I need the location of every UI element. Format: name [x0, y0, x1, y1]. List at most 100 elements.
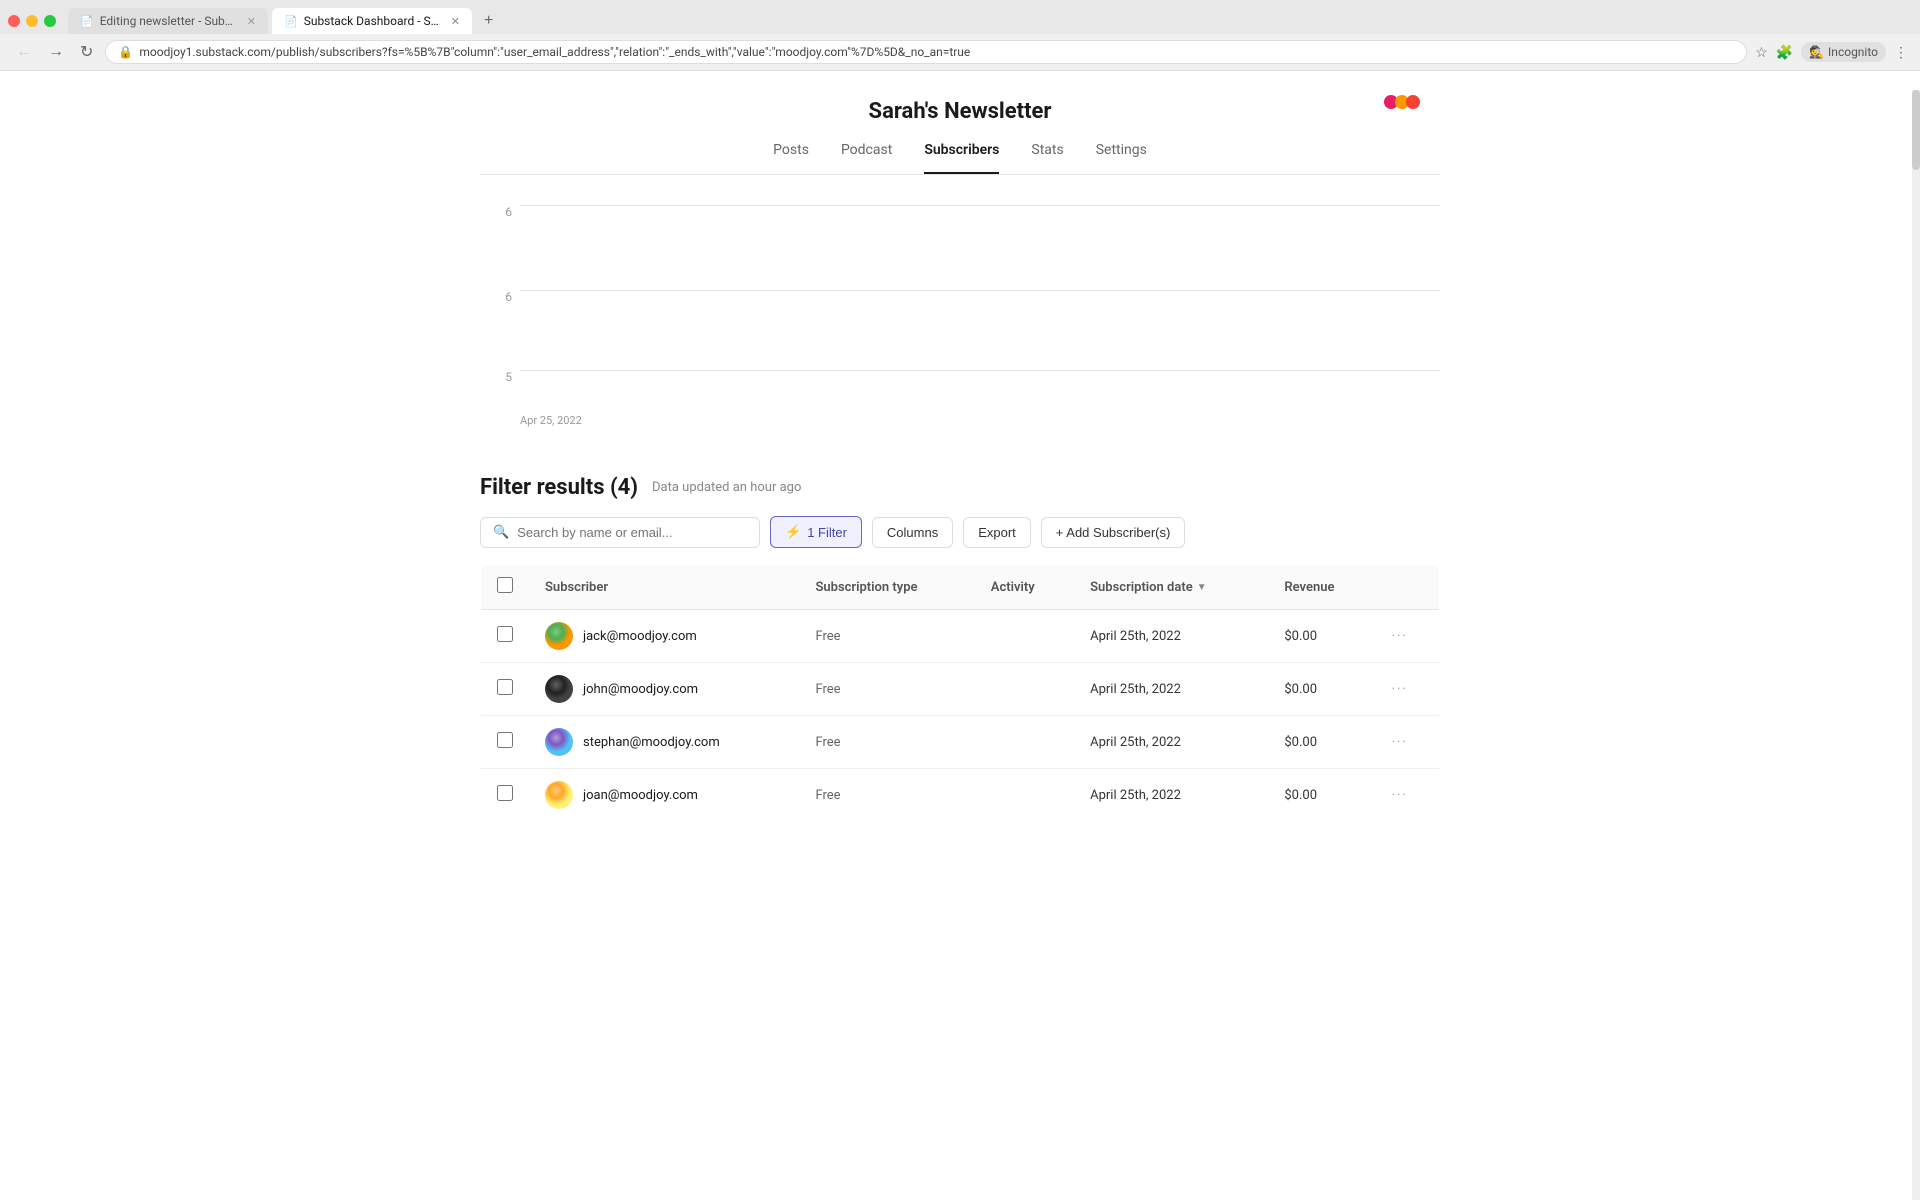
- add-subscriber-label: + Add Subscriber(s): [1056, 525, 1171, 540]
- subscriber-email-3: stephan@moodjoy.com: [583, 735, 720, 750]
- subscriber-cell-4: joan@moodjoy.com: [545, 781, 783, 809]
- table-row: stephan@moodjoy.com Free April 25th, 202…: [481, 716, 1440, 769]
- td-checkbox-4[interactable]: [481, 769, 530, 822]
- filter-title: Filter results (4): [480, 475, 638, 500]
- tab-close-1[interactable]: ✕: [247, 15, 256, 28]
- minimize-traffic-light[interactable]: [26, 15, 38, 27]
- extensions-button[interactable]: 🧩: [1776, 44, 1793, 61]
- new-tab-button[interactable]: +: [476, 8, 501, 34]
- back-button[interactable]: ←: [12, 41, 36, 63]
- export-button[interactable]: Export: [963, 517, 1031, 548]
- td-type-1: Free: [799, 610, 974, 663]
- chart-y-label-5: 5: [505, 370, 520, 384]
- td-revenue-3: $0.00: [1268, 716, 1375, 769]
- row-actions-4[interactable]: ···: [1392, 788, 1408, 803]
- header-avatar[interactable]: [1384, 95, 1420, 109]
- td-subscriber-3: stephan@moodjoy.com: [529, 716, 799, 769]
- sort-arrow-icon: ▼: [1197, 582, 1207, 593]
- nav-posts[interactable]: Posts: [773, 142, 809, 174]
- th-select-all[interactable]: [481, 565, 530, 610]
- td-actions-3[interactable]: ···: [1376, 716, 1440, 769]
- incognito-label: Incognito: [1828, 45, 1878, 59]
- td-activity-3: [975, 716, 1074, 769]
- tab-close-2[interactable]: ✕: [451, 15, 460, 28]
- row-checkbox-1[interactable]: [497, 626, 513, 642]
- row-actions-3[interactable]: ···: [1392, 735, 1408, 750]
- th-subscription-date[interactable]: Subscription date ▼: [1074, 565, 1268, 610]
- td-checkbox-3[interactable]: [481, 716, 530, 769]
- menu-button[interactable]: ⋮: [1894, 44, 1908, 61]
- table-header-row: Subscriber Subscription type Activity Su…: [481, 565, 1440, 610]
- scrollbar-track: [1912, 90, 1920, 1200]
- traffic-lights: [8, 15, 56, 27]
- tab-editing-newsletter[interactable]: 📄 Editing newsletter - Substack ✕: [68, 8, 268, 34]
- columns-button-label: Columns: [887, 525, 938, 540]
- filter-button[interactable]: ⚡ 1 Filter: [770, 516, 862, 548]
- nav-settings[interactable]: Settings: [1096, 142, 1147, 174]
- search-input[interactable]: [517, 525, 747, 540]
- table-row: jack@moodjoy.com Free April 25th, 2022 $…: [481, 610, 1440, 663]
- nav-subscribers[interactable]: Subscribers: [924, 142, 999, 174]
- scrollbar-thumb[interactable]: [1912, 90, 1920, 170]
- bookmark-button[interactable]: ☆: [1755, 44, 1768, 61]
- row-actions-2[interactable]: ···: [1392, 682, 1408, 697]
- nav-stats[interactable]: Stats: [1031, 142, 1063, 174]
- chart-y-label-6-mid: 6: [505, 290, 520, 304]
- tab-bar: 📄 Editing newsletter - Substack ✕ 📄 Subs…: [0, 0, 1920, 34]
- chart-gridline-top: [520, 205, 1440, 206]
- table-header: Subscriber Subscription type Activity Su…: [481, 565, 1440, 610]
- td-revenue-2: $0.00: [1268, 663, 1375, 716]
- url-bar[interactable]: 🔒 moodjoy1.substack.com/publish/subscrib…: [105, 40, 1747, 64]
- table-row: john@moodjoy.com Free April 25th, 2022 $…: [481, 663, 1440, 716]
- add-subscriber-button[interactable]: + Add Subscriber(s): [1041, 517, 1186, 548]
- row-checkbox-4[interactable]: [497, 785, 513, 801]
- url-text: moodjoy1.substack.com/publish/subscriber…: [139, 45, 1734, 59]
- th-subscriber: Subscriber: [529, 565, 799, 610]
- tab-substack-dashboard[interactable]: 📄 Substack Dashboard - Sarah's ✕: [272, 8, 472, 34]
- th-actions: [1376, 565, 1440, 610]
- avatar-cluster: [1384, 95, 1420, 109]
- td-activity-1: [975, 610, 1074, 663]
- td-activity-2: [975, 663, 1074, 716]
- td-actions-2[interactable]: ···: [1376, 663, 1440, 716]
- th-revenue: Revenue: [1268, 565, 1375, 610]
- table-body: jack@moodjoy.com Free April 25th, 2022 $…: [481, 610, 1440, 822]
- filter-icon: ⚡: [785, 524, 801, 540]
- td-checkbox-1[interactable]: [481, 610, 530, 663]
- subscriber-email-4: joan@moodjoy.com: [583, 788, 698, 803]
- row-checkbox-2[interactable]: [497, 679, 513, 695]
- td-actions-1[interactable]: ···: [1376, 610, 1440, 663]
- td-actions-4[interactable]: ···: [1376, 769, 1440, 822]
- toolbar: 🔍 ⚡ 1 Filter Columns Export + Add Subscr…: [480, 516, 1440, 548]
- td-type-2: Free: [799, 663, 974, 716]
- address-bar: ← → ↻ 🔒 moodjoy1.substack.com/publish/su…: [0, 34, 1920, 70]
- columns-button[interactable]: Columns: [872, 517, 953, 548]
- tab-label-1: Editing newsletter - Substack: [100, 14, 237, 28]
- td-revenue-4: $0.00: [1268, 769, 1375, 822]
- site-nav: Posts Podcast Subscribers Stats Settings: [480, 124, 1440, 175]
- search-box[interactable]: 🔍: [480, 517, 760, 548]
- select-all-checkbox[interactable]: [497, 577, 513, 593]
- th-activity: Activity: [975, 565, 1074, 610]
- filter-button-label: 1 Filter: [807, 525, 847, 540]
- row-actions-1[interactable]: ···: [1392, 629, 1408, 644]
- close-traffic-light[interactable]: [8, 15, 20, 27]
- row-checkbox-3[interactable]: [497, 732, 513, 748]
- avatar-dot-3: [1406, 95, 1420, 109]
- chart-y-label-6-top: 6: [505, 205, 520, 219]
- maximize-traffic-light[interactable]: [44, 15, 56, 27]
- nav-podcast[interactable]: Podcast: [841, 142, 892, 174]
- refresh-button[interactable]: ↻: [76, 40, 97, 64]
- subscriber-cell-2: john@moodjoy.com: [545, 675, 783, 703]
- subscriber-cell-3: stephan@moodjoy.com: [545, 728, 783, 756]
- subscriber-avatar-2: [545, 675, 573, 703]
- td-date-3: April 25th, 2022: [1074, 716, 1268, 769]
- incognito-badge: 🕵️ Incognito: [1801, 42, 1886, 62]
- td-type-4: Free: [799, 769, 974, 822]
- forward-button[interactable]: →: [44, 41, 68, 63]
- subscriber-cell-1: jack@moodjoy.com: [545, 622, 783, 650]
- subscriber-avatar-3: [545, 728, 573, 756]
- chart-gridline-mid: [520, 290, 1440, 291]
- td-checkbox-2[interactable]: [481, 663, 530, 716]
- tab-label-2: Substack Dashboard - Sarah's: [304, 14, 441, 28]
